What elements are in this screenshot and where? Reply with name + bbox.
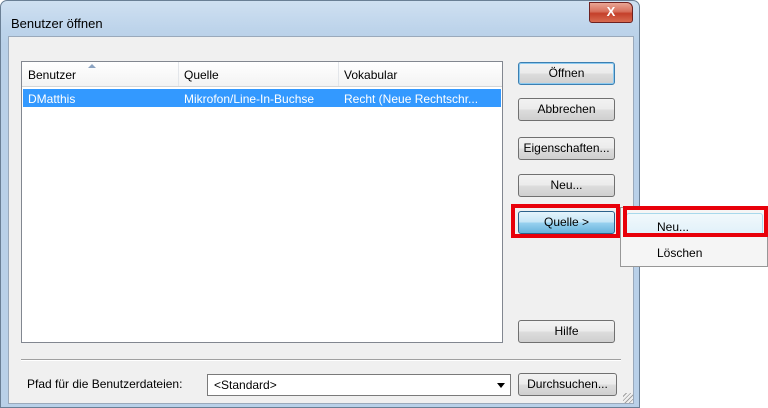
new-user-button[interactable]: Neu...: [518, 174, 615, 197]
chevron-down-icon[interactable]: [497, 383, 505, 388]
sort-ascending-icon: [88, 64, 96, 68]
list-header: Benutzer Quelle Vokabular: [22, 62, 502, 87]
divider: [21, 359, 621, 361]
help-button[interactable]: Hilfe: [518, 320, 615, 343]
column-header-vokabular[interactable]: Vokabular: [344, 68, 397, 82]
cancel-button[interactable]: Abbrechen: [518, 98, 615, 121]
column-header-quelle[interactable]: Quelle: [184, 68, 219, 82]
column-divider[interactable]: [338, 62, 339, 86]
resize-grip-icon[interactable]: [623, 393, 633, 403]
path-value: <Standard>: [214, 378, 277, 392]
path-label: Pfad für die Benutzerdateien:: [27, 377, 183, 391]
cell-benutzer: DMatthis: [28, 92, 76, 106]
menu-item-highlight: [623, 206, 768, 237]
close-button[interactable]: X: [589, 2, 633, 23]
cell-quelle: Mikrofon/Line-In-Buchse: [184, 92, 315, 106]
menu-item-delete[interactable]: Löschen: [657, 246, 702, 260]
column-header-benutzer[interactable]: Benutzer: [28, 68, 76, 82]
dialog-title: Benutzer öffnen: [11, 16, 103, 31]
cell-vokabular: Recht (Neue Rechtschr...: [344, 92, 479, 106]
properties-button[interactable]: Eigenschaften...: [518, 137, 615, 160]
column-divider[interactable]: [178, 62, 179, 86]
user-list[interactable]: Benutzer Quelle Vokabular DMatthis Mikro…: [21, 61, 503, 343]
path-dropdown[interactable]: <Standard>: [207, 374, 511, 396]
open-button[interactable]: Öffnen: [518, 62, 615, 85]
title-bar[interactable]: Benutzer öffnen X: [1, 1, 639, 35]
browse-button[interactable]: Durchsuchen...: [518, 373, 617, 396]
close-icon: X: [606, 4, 616, 19]
table-row[interactable]: DMatthis Mikrofon/Line-In-Buchse Recht (…: [23, 89, 501, 107]
source-button-highlight: [511, 204, 620, 238]
